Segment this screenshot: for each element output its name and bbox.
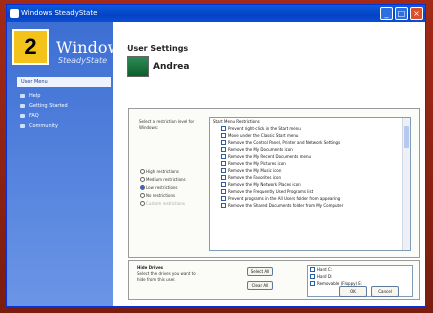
- tab-strip: General Windows Restrictions Feature Res…: [129, 99, 317, 118]
- radio-none[interactable]: No restrictions: [140, 193, 186, 198]
- scroll-thumb[interactable]: [404, 126, 409, 148]
- ok-button[interactable]: OK: [339, 286, 367, 297]
- restriction-levels: High restrictions Medium restrictions Lo…: [140, 169, 186, 209]
- sidebar-header: User Menu: [17, 77, 111, 87]
- title-bar: Windows SteadyState _ □ ×: [7, 5, 425, 22]
- tree-item[interactable]: Remove the My Documents icon: [210, 146, 410, 153]
- tree-item[interactable]: Remove the Frequently Used Programs list: [210, 188, 410, 195]
- tree-item[interactable]: Move under the Classic Start menu: [210, 132, 410, 139]
- sidebar-item-community[interactable]: Community: [17, 121, 111, 131]
- radio-medium[interactable]: Medium restrictions: [140, 177, 186, 182]
- tree-scrollbar[interactable]: [402, 118, 410, 250]
- sidebar-item-getting-started[interactable]: Getting Started: [17, 101, 111, 111]
- tree-item[interactable]: Remove the My Network Places icon: [210, 181, 410, 188]
- user-name: Andrea: [153, 62, 190, 72]
- radio-low[interactable]: Low restrictions: [140, 185, 186, 190]
- hide-drives-label: Hide Drives: [137, 265, 164, 270]
- page-title: User Settings: [127, 44, 189, 53]
- maximize-icon[interactable]: □: [395, 7, 408, 20]
- close-icon[interactable]: ×: [410, 7, 423, 20]
- restrictions-panel: Select a restriction level for Windows: …: [128, 108, 420, 258]
- tree-item[interactable]: Remove the Control Panel, Printer and Ne…: [210, 139, 410, 146]
- tree-item[interactable]: Remove the Shared Documents folder from …: [210, 202, 410, 209]
- restriction-description: Select a restriction level for Windows:: [139, 119, 195, 130]
- sidebar-item-help[interactable]: Help: [17, 91, 111, 101]
- radio-custom[interactable]: Custom restrictions: [140, 201, 186, 206]
- drive-item[interactable]: Hard C:: [308, 266, 412, 273]
- app-icon: [10, 9, 19, 18]
- select-all-button[interactable]: Select All: [247, 267, 273, 276]
- logo-steadystate: SteadyState: [58, 56, 108, 65]
- step-badge: 2: [12, 29, 49, 65]
- minimize-icon[interactable]: _: [380, 7, 393, 20]
- hide-drives-description: Select the drives you want to hide from …: [137, 271, 196, 282]
- tree-item[interactable]: Remove the My Music icon: [210, 167, 410, 174]
- tree-item[interactable]: Prevent right-click in the Start menu: [210, 125, 410, 132]
- drive-item[interactable]: Hard D:: [308, 273, 412, 280]
- main-pane: User Settings Andrea General Windows Res…: [113, 22, 425, 306]
- radio-high[interactable]: High restrictions: [140, 169, 186, 174]
- window-title: Windows SteadyState: [21, 9, 98, 17]
- sidebar-item-faq[interactable]: FAQ: [17, 111, 111, 121]
- logo-windows: Windows: [56, 38, 130, 57]
- user-avatar: [127, 56, 149, 77]
- sidebar-nav: User Menu Help Getting Started FAQ Commu…: [17, 77, 111, 131]
- tree-item[interactable]: Remove the My Pictures icon: [210, 160, 410, 167]
- tree-root[interactable]: Start Menu Restrictions: [210, 118, 410, 125]
- tree-item[interactable]: Prevent programs in the All Users folder…: [210, 195, 410, 202]
- cancel-button[interactable]: Cancel: [371, 286, 399, 297]
- tree-item[interactable]: Remove the Favorites icon: [210, 174, 410, 181]
- clear-all-button[interactable]: Clear All: [247, 281, 273, 290]
- restrictions-tree[interactable]: Start Menu Restrictions Prevent right-cl…: [209, 117, 411, 251]
- tree-item[interactable]: Remove the My Recent Documents menu: [210, 153, 410, 160]
